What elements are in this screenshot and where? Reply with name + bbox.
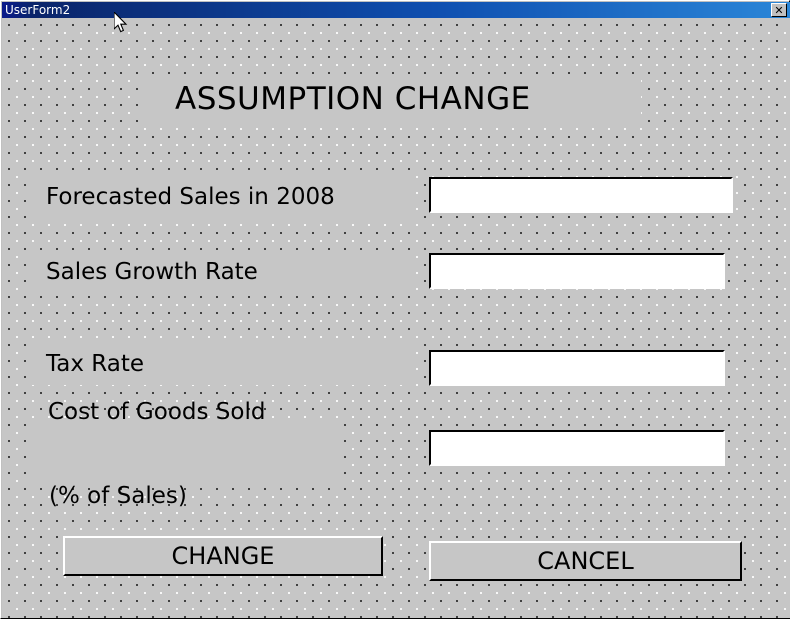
cancel-button[interactable]: CANCEL: [429, 541, 742, 581]
label-cost-of-goods-sold: Cost of Goods Sold (% of Sales): [31, 399, 342, 509]
userform-window: UserForm2 ✕ ASSUMPTION CHANGE Forecasted…: [0, 0, 790, 619]
window-title: UserForm2: [5, 3, 71, 17]
label-sales-growth-rate: Sales Growth Rate: [31, 251, 416, 293]
form-client-area: ASSUMPTION CHANGE Forecasted Sales in 20…: [2, 18, 790, 618]
label-cogs-line1: Cost of Goods Sold: [48, 399, 266, 425]
label-forecasted-sales: Forecasted Sales in 2008: [31, 176, 416, 218]
close-icon[interactable]: ✕: [771, 3, 787, 17]
forecasted-sales-input[interactable]: [429, 177, 733, 213]
sales-growth-rate-input[interactable]: [429, 253, 725, 289]
cost-of-goods-sold-input[interactable]: [429, 430, 725, 466]
title-bar[interactable]: UserForm2 ✕: [2, 2, 790, 18]
change-button[interactable]: CHANGE: [63, 536, 383, 576]
page-title: ASSUMPTION CHANGE: [141, 74, 641, 124]
label-cogs-line2: (% of Sales): [49, 483, 187, 509]
tax-rate-input[interactable]: [429, 350, 725, 386]
